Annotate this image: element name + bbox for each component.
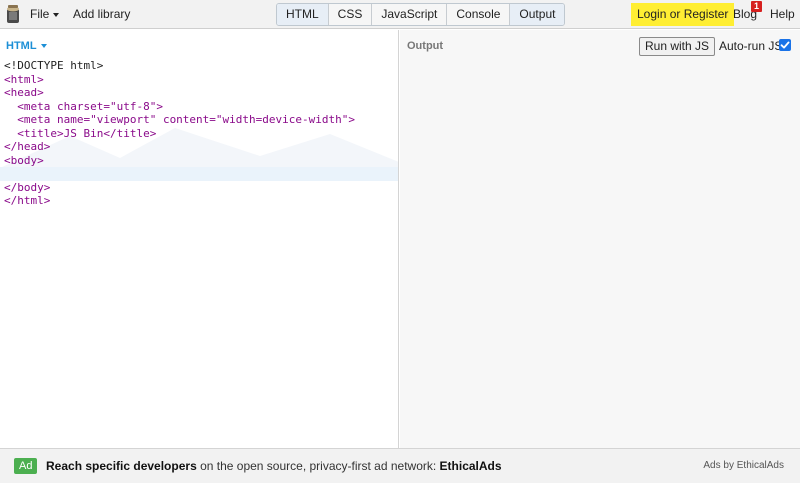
code-line: <!DOCTYPE html> bbox=[4, 59, 104, 72]
login-register-button[interactable]: Login or Register bbox=[631, 3, 735, 26]
code-line: </body> bbox=[4, 180, 51, 194]
ad-headline: Reach specific developers bbox=[46, 459, 197, 473]
output-panel-label: Output bbox=[407, 40, 444, 52]
file-menu-label: File bbox=[30, 7, 50, 21]
ad-text[interactable]: Reach specific developers on the open so… bbox=[46, 458, 502, 474]
auto-run-js-checkbox[interactable] bbox=[779, 39, 791, 51]
code-line: </head> bbox=[4, 140, 51, 153]
chevron-down-icon bbox=[40, 44, 47, 49]
ad-footer: Ad Reach specific developers on the open… bbox=[0, 448, 800, 483]
code-area[interactable]: <!DOCTYPE html> <html> <head> <meta char… bbox=[0, 59, 398, 208]
code-line: <title>JS Bin</title> bbox=[4, 126, 157, 140]
auto-run-js-label: Auto-run JS bbox=[719, 39, 783, 53]
code-line: <html> bbox=[4, 72, 44, 86]
code-line: <meta charset="utf-8"> bbox=[4, 99, 163, 113]
top-toolbar: File Add library HTML CSS JavaScript Con… bbox=[0, 0, 800, 29]
tab-console[interactable]: Console bbox=[447, 4, 511, 25]
add-library-menu[interactable]: Add library bbox=[73, 0, 130, 29]
ads-by-link[interactable]: Ads by EthicalAds bbox=[703, 460, 784, 471]
ad-badge: Ad bbox=[14, 458, 38, 474]
code-line: </html> bbox=[4, 194, 51, 207]
panel-tabs: HTML CSS JavaScript Console Output bbox=[276, 3, 566, 26]
tab-css[interactable]: CSS bbox=[329, 4, 373, 25]
output-panel[interactable]: Output Run with JS Auto-run JS bbox=[400, 30, 800, 448]
chevron-down-icon bbox=[53, 12, 60, 17]
checkmark-icon bbox=[780, 41, 790, 49]
html-panel-menu[interactable]: HTML bbox=[6, 40, 47, 52]
run-with-js-button[interactable]: Run with JS bbox=[639, 37, 716, 56]
html-panel-label: HTML bbox=[6, 40, 37, 52]
tab-html[interactable]: HTML bbox=[277, 4, 329, 25]
file-menu[interactable]: File bbox=[30, 0, 60, 29]
tab-javascript[interactable]: JavaScript bbox=[372, 4, 448, 25]
blog-notification-badge: 1 bbox=[751, 1, 762, 12]
ad-network-name: EthicalAds bbox=[439, 459, 502, 473]
tab-output[interactable]: Output bbox=[510, 4, 565, 25]
help-link[interactable]: Help bbox=[770, 0, 795, 29]
ad-body: on the open source, privacy-first ad net… bbox=[196, 459, 440, 473]
code-line: <head> bbox=[4, 86, 44, 99]
jsbin-logo-icon[interactable] bbox=[5, 4, 21, 24]
code-line: <meta name="viewport" content="width=dev… bbox=[4, 113, 355, 126]
code-line: <body> bbox=[4, 153, 44, 167]
html-editor-panel[interactable]: HTML <!DOCTYPE html> <html> <head> <meta… bbox=[0, 30, 399, 448]
code-line-active bbox=[0, 167, 398, 181]
